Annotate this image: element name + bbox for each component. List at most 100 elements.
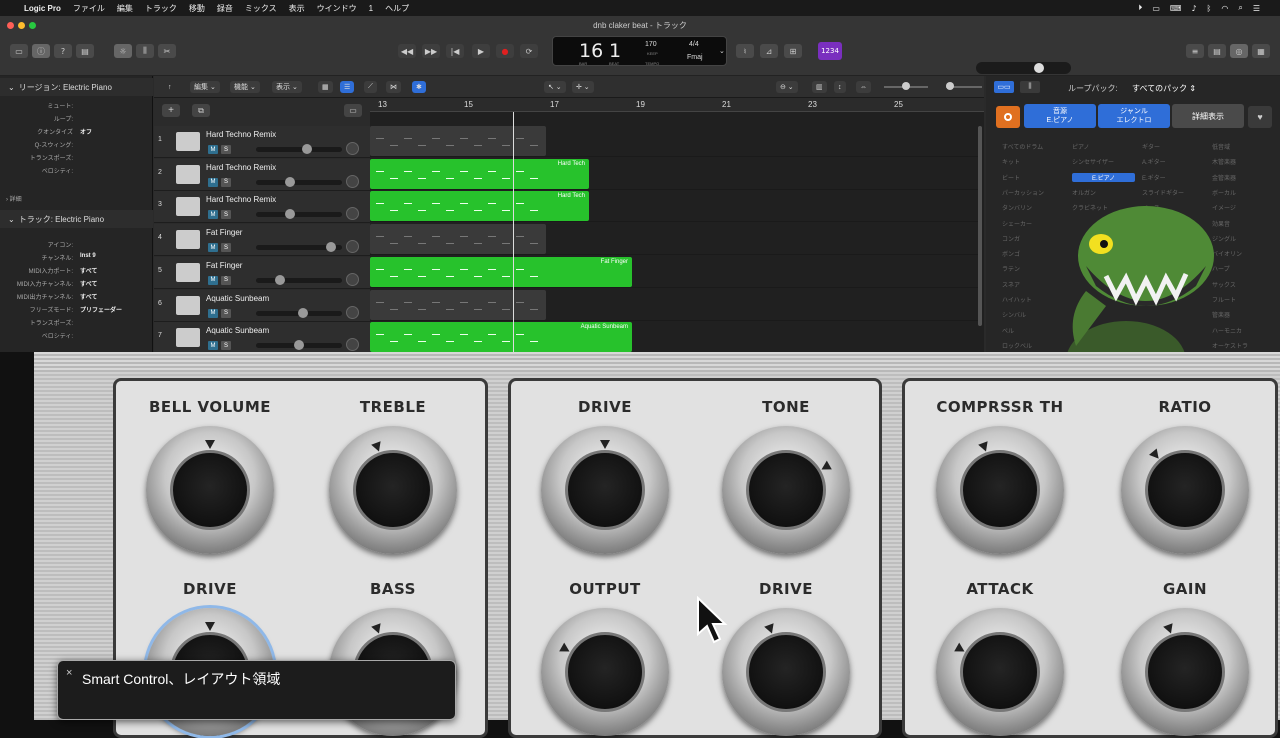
instrument-button[interactable]: 音源 E.ピアノ [1024, 104, 1096, 128]
tuner-icon[interactable]: ♮ [736, 44, 754, 58]
vertical-scrollbar[interactable] [978, 126, 982, 326]
track-header-row[interactable]: 3 Hard Techno Remix M S [154, 191, 370, 224]
midi-region[interactable] [370, 224, 546, 255]
master-volume-thumb[interactable] [1034, 63, 1044, 73]
keyword-button[interactable]: A.ギター [1142, 157, 1166, 166]
track-instrument-icon[interactable] [176, 262, 200, 282]
library-icon[interactable]: ▭ [10, 44, 28, 58]
volume-slider[interactable] [256, 242, 342, 253]
list-editors-icon[interactable]: ≡ [1186, 44, 1204, 58]
keyword-button[interactable]: ハーモニカ [1212, 326, 1242, 335]
menu-help[interactable]: ヘルプ [385, 3, 409, 14]
to-start-icon[interactable]: |◀ [446, 44, 464, 58]
view-menu[interactable]: 表示 ⌄ [272, 81, 302, 93]
toolbar-icon[interactable]: ▤ [76, 44, 94, 58]
horizontal-zoom-slider[interactable] [946, 82, 982, 90]
inspector-row[interactable]: クオンタイズ オフ [0, 127, 153, 137]
inspector-row-value[interactable]: すべて [80, 292, 97, 301]
smart-control-knob[interactable] [722, 426, 850, 554]
inspector-row-value[interactable]: オフ [80, 127, 92, 136]
details-button[interactable]: 詳細表示 [1172, 104, 1244, 128]
pan-knob[interactable] [346, 305, 359, 319]
track-header-row[interactable]: 1 Hard Techno Remix M S [154, 126, 370, 158]
loop-view-grid-icon[interactable]: ▭▭ [994, 81, 1014, 93]
metronome-icon[interactable]: ⊿ [760, 44, 778, 58]
inspector-row[interactable]: チャンネル: Inst 9 [0, 253, 153, 263]
track-instrument-icon[interactable] [176, 197, 200, 217]
mute-button[interactable]: M [208, 210, 218, 220]
pan-knob[interactable] [346, 142, 359, 155]
volume-slider-thumb[interactable] [297, 307, 308, 318]
solo-button[interactable]: S [221, 243, 231, 253]
menu-view[interactable]: 表示 [289, 3, 305, 14]
inspector-row[interactable]: アイコン: [0, 240, 153, 250]
timeline-ruler[interactable]: 13 15 17 19 21 23 25 [370, 98, 984, 112]
replace-icon[interactable]: ⊞ [784, 44, 802, 58]
chevron-down-icon[interactable]: ⌄ [719, 47, 725, 55]
inspector-row[interactable]: ベロシティ: [0, 331, 153, 341]
second-tool-icon[interactable]: ✛ ⌄ [572, 81, 594, 93]
menu-file[interactable]: ファイル [73, 3, 105, 14]
midi-region[interactable]: Aquatic Sunbeam [370, 322, 632, 353]
automation-icon[interactable]: ⟋ [364, 81, 377, 93]
track-name[interactable]: Aquatic Sunbeam [206, 326, 269, 335]
smart-control-knob[interactable] [146, 426, 274, 554]
pan-knob[interactable] [346, 272, 359, 286]
mute-button[interactable]: M [208, 275, 218, 285]
inspector-row[interactable]: トランスポーズ: [0, 153, 153, 163]
smart-control-knob[interactable] [329, 426, 457, 554]
keyword-button[interactable]: オーケストラ [1212, 341, 1248, 350]
volume-slider-thumb[interactable] [325, 242, 336, 253]
track-name[interactable]: Hard Techno Remix [206, 130, 276, 139]
mixer-icon[interactable]: ⫼ [136, 44, 154, 58]
track-instrument-icon[interactable] [176, 132, 200, 151]
notepad-icon[interactable]: ▤ [1208, 44, 1226, 58]
keyword-button[interactable]: シンバル [1002, 310, 1026, 319]
inspector-row[interactable]: Q-スウィング: [0, 140, 153, 150]
smart-control-knob[interactable] [1121, 608, 1249, 736]
volume-slider[interactable] [256, 144, 342, 154]
inspector-icon[interactable]: ⓘ [32, 44, 50, 58]
count-in-button[interactable]: 1234 [818, 42, 842, 60]
menu-edit[interactable]: 編集 [117, 3, 133, 14]
inspector-row-value[interactable]: プリフェーダー [80, 305, 122, 314]
playhead[interactable] [513, 112, 514, 352]
horizontal-zoom-thumb[interactable] [946, 82, 954, 90]
track-name[interactable]: Aquatic Sunbeam [206, 294, 269, 303]
keyword-button[interactable]: スネア [1002, 280, 1020, 289]
volume-slider-thumb[interactable] [294, 340, 304, 351]
midi-region[interactable]: Hard Tech [370, 191, 589, 222]
solo-button[interactable]: S [221, 177, 231, 187]
forward-icon[interactable]: ▶▶ [422, 44, 440, 58]
duplicate-track-icon[interactable]: ⧉ [192, 104, 210, 117]
track-header-row[interactable]: 2 Hard Techno Remix M S [154, 158, 370, 191]
track-lane[interactable]: Hard Tech [370, 158, 978, 190]
track-name[interactable]: Hard Techno Remix [206, 195, 276, 204]
keyword-button[interactable]: ロックベル [1002, 341, 1032, 350]
up-arrow-icon[interactable]: ↑ [164, 81, 176, 93]
keyword-button[interactable]: 金管楽器 [1212, 173, 1236, 182]
keyword-button[interactable]: ピアノ [1072, 142, 1089, 151]
track-header-row[interactable]: 4 Fat Finger M S [154, 224, 370, 257]
inspector-row[interactable]: MIDI出力チャンネル: すべて [0, 292, 153, 302]
wifi-icon[interactable]: ◠ [1221, 4, 1228, 13]
pan-knob[interactable] [346, 174, 359, 188]
search-icon[interactable]: ⌕ [1238, 3, 1242, 13]
solo-button[interactable]: S [221, 341, 231, 351]
volume-slider[interactable] [256, 176, 342, 187]
snap-icon[interactable]: ⊖ ⌄ [776, 81, 798, 93]
keyword-button[interactable]: タンバリン [1002, 203, 1032, 212]
loop-browser-icon[interactable]: ◎ [1230, 44, 1248, 58]
catch-icon[interactable]: ✱ [412, 81, 426, 93]
track-lane[interactable]: Fat Finger [370, 256, 978, 288]
keyword-button[interactable]: E.ピアノ [1072, 172, 1136, 182]
screen-icon[interactable]: ▭ [1152, 4, 1160, 13]
play-status-icon[interactable]: ⏵ [1138, 3, 1142, 13]
keyword-button[interactable]: ギター [1142, 142, 1160, 151]
functions-menu[interactable]: 機能 ⌄ [230, 81, 260, 93]
volume-slider-thumb[interactable] [284, 176, 295, 187]
mute-button[interactable]: M [208, 177, 218, 187]
keyword-button[interactable]: キット [1002, 157, 1020, 166]
track-header-row[interactable]: 6 Aquatic Sunbeam M S [154, 289, 370, 322]
record-icon[interactable]: ● [496, 44, 514, 58]
